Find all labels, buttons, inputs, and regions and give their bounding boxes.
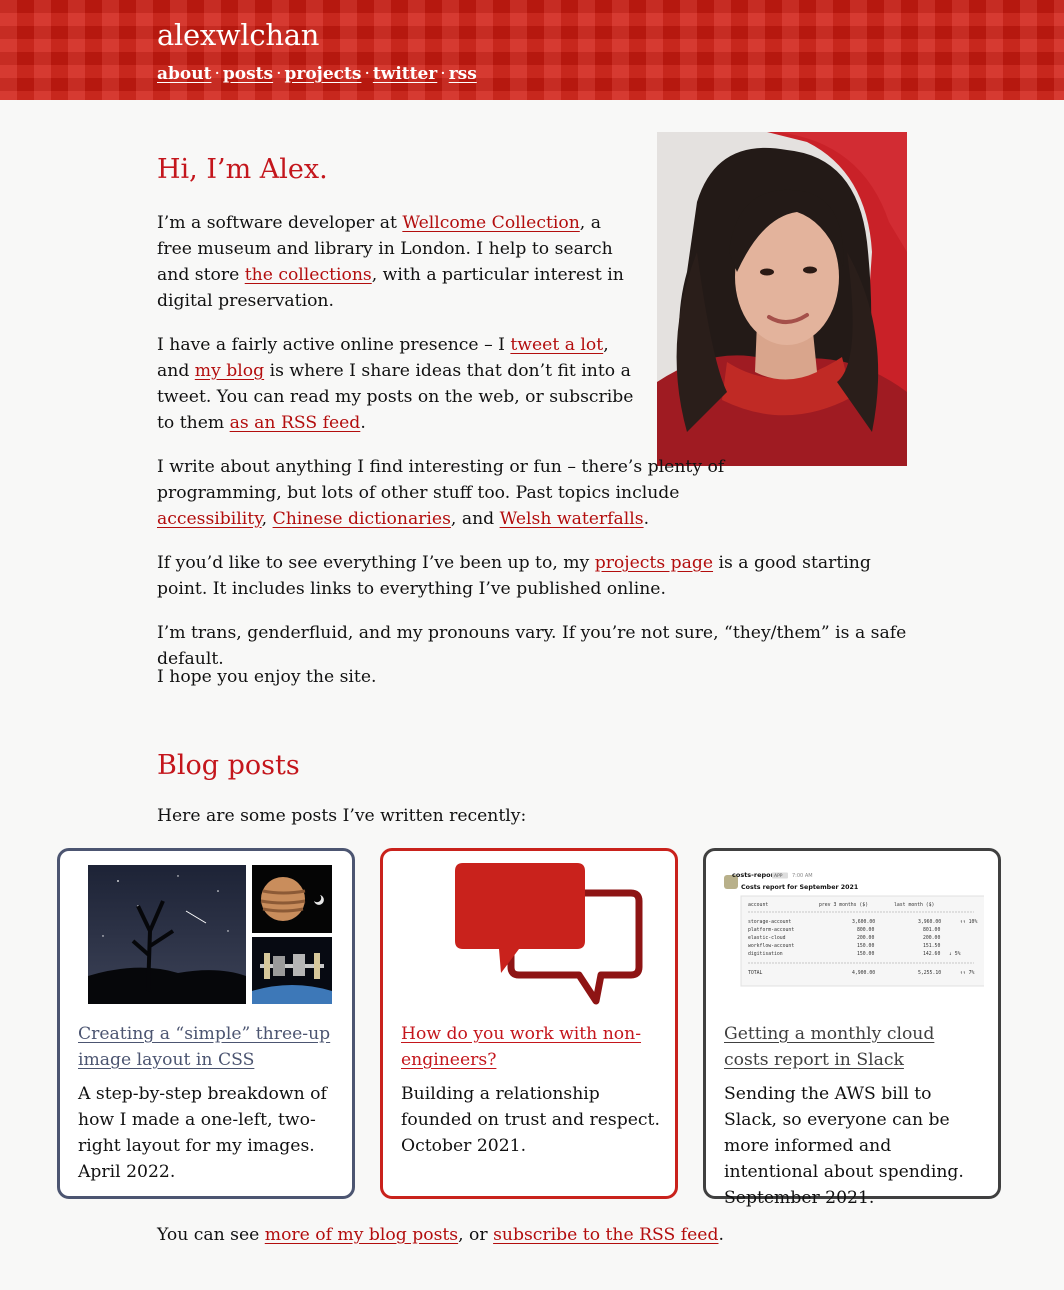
nav-projects-link[interactable]: projects (285, 64, 362, 84)
accessibility-link[interactable]: accessibility (157, 509, 262, 529)
my-blog-link[interactable]: my blog (195, 361, 264, 381)
more-blog-posts-link[interactable]: more of my blog posts (265, 1225, 458, 1245)
intro-paragraph-2: I have a fairly active online presence –… (157, 332, 642, 436)
row-change: ↑↑ 10% (960, 919, 977, 925)
site-title[interactable]: alexwlchan (157, 18, 319, 52)
row-account: platform-account (748, 927, 794, 933)
intro-paragraph-1: I’m a software developer at Wellcome Col… (157, 210, 627, 314)
slack-costs-report-thumbnail: costs-report APP 7:00 AM Costs report fo… (724, 861, 984, 1006)
site-nav: about · posts · projects · twitter · rss (157, 64, 477, 84)
the-collections-link[interactable]: the collections (245, 265, 372, 285)
text: . (643, 509, 650, 529)
tweet-a-lot-link[interactable]: tweet a lot (510, 335, 603, 355)
total-change: ↑↑ 7% (960, 970, 975, 976)
chinese-dictionaries-link[interactable]: Chinese dictionaries (273, 509, 451, 529)
row-last: 3,960.00 (918, 919, 941, 925)
post-date: April 2022. (78, 1162, 176, 1182)
blog-card-title-link[interactable]: How do you work with non-engineers? (401, 1024, 641, 1070)
rss-feed-link[interactable]: as an RSS feed (230, 413, 361, 433)
row-change: ↓ 5% (949, 951, 961, 957)
text: . (360, 413, 366, 433)
nav-separator: · (364, 64, 370, 84)
nav-separator: · (214, 64, 220, 84)
subscribe-rss-link[interactable]: subscribe to the RSS feed (493, 1225, 718, 1245)
blog-footer: You can see more of my blog posts, or su… (157, 1222, 917, 1248)
site-header: alexwlchan about · posts · projects · twitter ·… (0, 0, 1064, 100)
total-label: TOTAL (748, 970, 763, 976)
nav-about-link[interactable]: about (157, 64, 211, 84)
blog-card-title-link[interactable]: Creating a “simple” three-up image layou… (78, 1024, 330, 1070)
blog-card-description: Building a relationship founded on trust… (401, 1081, 663, 1159)
col-prev: prev 3 months ($) (819, 902, 868, 908)
three-up-layout-thumbnail (88, 865, 332, 1004)
blog-card-title[interactable]: How do you work with non-engineers? (401, 1021, 661, 1073)
description-text: Sending the AWS bill to Slack, so everyo… (724, 1084, 964, 1182)
row-prev: 150.00 (857, 943, 874, 949)
nav-twitter-link[interactable]: twitter (373, 64, 437, 84)
blog-card-title-link[interactable]: Getting a monthly cloud costs report in … (724, 1024, 934, 1070)
blog-card[interactable]: costs-report APP 7:00 AM Costs report fo… (703, 848, 1001, 1208)
text: If you’d like to see everything I’ve bee… (157, 553, 595, 573)
projects-page-link[interactable]: projects page (595, 553, 713, 573)
blog-heading: Blog posts (157, 750, 300, 781)
text: I’m a software developer at (157, 213, 403, 233)
blog-card-title[interactable]: Getting a monthly cloud costs report in … (724, 1021, 984, 1073)
nav-separator: · (276, 64, 282, 84)
post-date: September 2021. (724, 1188, 875, 1208)
blog-card-description: Sending the AWS bill to Slack, so everyo… (724, 1081, 986, 1211)
text: , or (458, 1225, 494, 1245)
row-account: storage-account (748, 919, 791, 925)
nav-separator: · (440, 64, 446, 84)
col-last: last month ($) (894, 902, 934, 908)
row-last: 142.60 (923, 951, 940, 957)
blog-card-description: A step-by-step breakdown of how I made a… (78, 1081, 340, 1185)
slack-report-title: Costs report for September 2021 (741, 884, 858, 891)
description-text: A step-by-step breakdown of how I made a… (78, 1084, 327, 1156)
wellcome-collection-link[interactable]: Wellcome Collection (402, 213, 579, 233)
intro-heading: Hi, I’m Alex. (157, 154, 328, 185)
blog-card[interactable]: How do you work with non-engineers? Buil… (380, 848, 678, 1199)
total-prev: 4,900.00 (852, 970, 875, 976)
welsh-waterfalls-link[interactable]: Welsh waterfalls (500, 509, 644, 529)
row-account: workflow-account (748, 943, 794, 949)
text: I write about anything I find interestin… (157, 457, 725, 503)
text: , (261, 509, 273, 529)
row-last: 151.50 (923, 943, 940, 949)
post-date: October 2021. (401, 1136, 527, 1156)
total-last: 5,255.10 (918, 970, 941, 976)
row-account: elastic-cloud (748, 935, 786, 941)
row-last: 801.00 (923, 927, 940, 933)
profile-photo (657, 132, 907, 466)
text: . (718, 1225, 724, 1245)
portrait-illustration (657, 132, 907, 466)
slack-app-badge: APP (774, 873, 783, 879)
intro-paragraph-4: If you’d like to see everything I’ve bee… (157, 550, 877, 602)
text: You can see (157, 1225, 265, 1245)
description-text: Building a relationship founded on trust… (401, 1084, 660, 1130)
slack-time: 7:00 AM (792, 873, 813, 879)
blog-card-title[interactable]: Creating a “simple” three-up image layou… (78, 1021, 338, 1073)
row-prev: 3,600.00 (852, 919, 875, 925)
row-account: digitisation (748, 951, 783, 957)
slack-app-name: costs-report (732, 871, 777, 879)
row-prev: 200.00 (857, 935, 874, 941)
nav-posts-link[interactable]: posts (223, 64, 273, 84)
intro-paragraph-3: I write about anything I find interestin… (157, 454, 727, 532)
text: I have a fairly active online presence –… (157, 335, 511, 355)
blog-intro: Here are some posts I’ve written recentl… (157, 806, 527, 826)
row-prev: 150.00 (857, 951, 874, 957)
intro-paragraph-6: I hope you enjoy the site. (157, 667, 377, 687)
speech-bubbles-icon (455, 863, 643, 1005)
blog-card[interactable]: Creating a “simple” three-up image layou… (57, 848, 355, 1199)
row-last: 200.00 (923, 935, 940, 941)
nav-rss-link[interactable]: rss (449, 64, 477, 84)
text: , and (450, 509, 500, 529)
row-prev: 800.00 (857, 927, 874, 933)
col-account: account (748, 902, 768, 908)
